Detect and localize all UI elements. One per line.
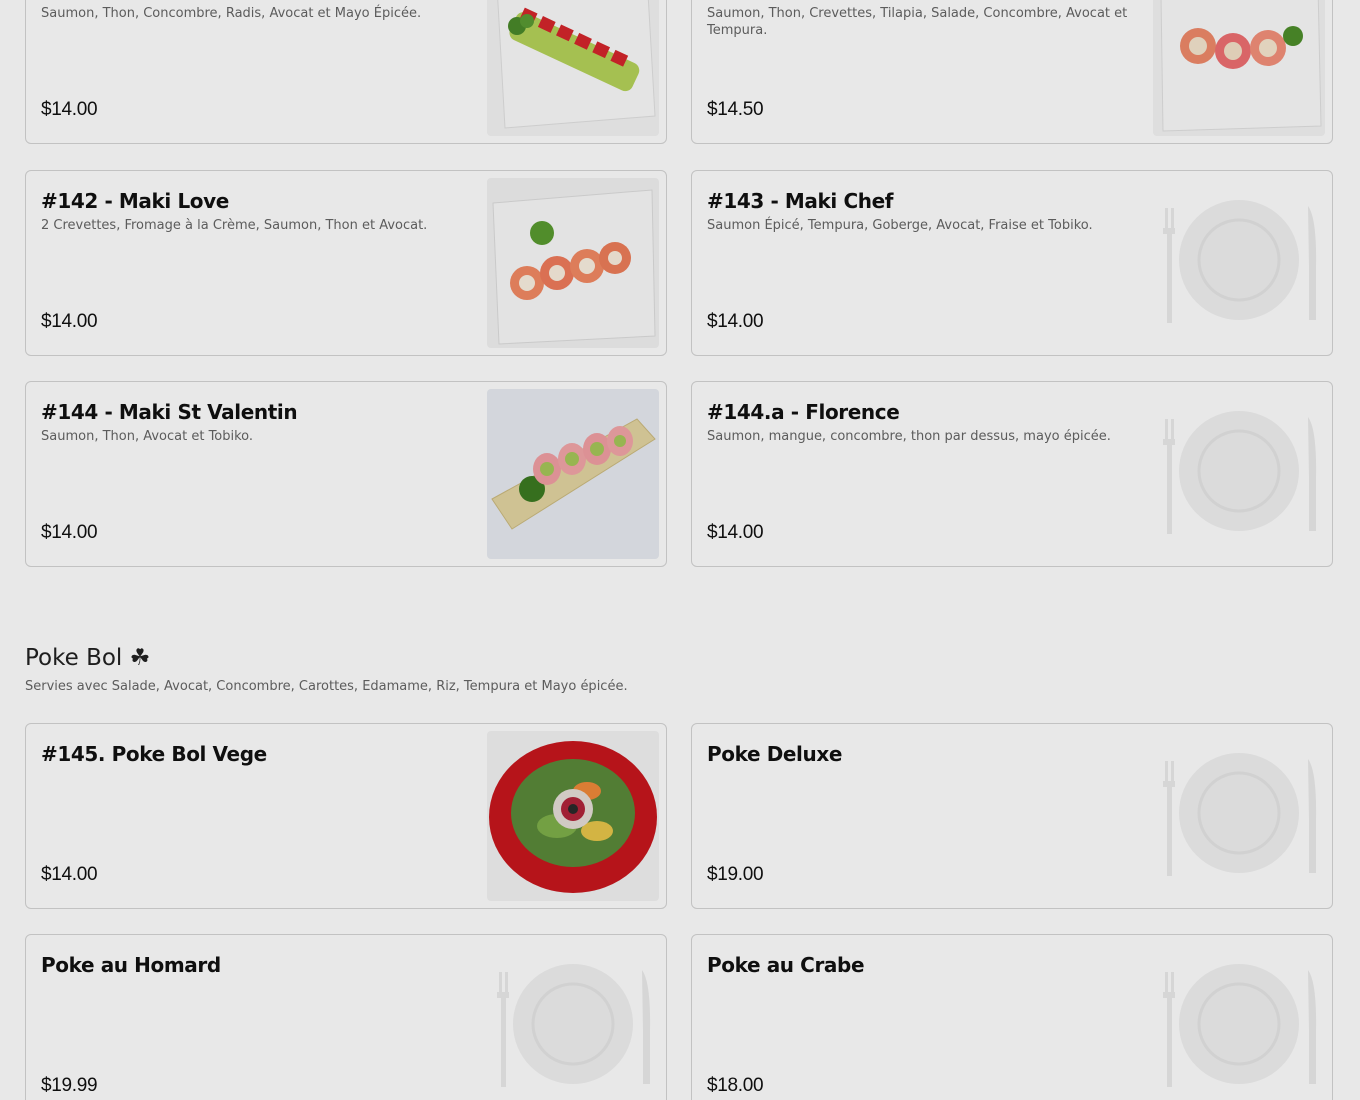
item-price: $14.00 bbox=[41, 311, 98, 332]
item-name: #142 - Maki Love bbox=[41, 189, 229, 213]
item-name: #143 - Maki Chef bbox=[707, 189, 894, 213]
menu-item-card[interactable]: Poke au Homard $19.99 bbox=[25, 934, 667, 1100]
menu-item-card[interactable]: Poke au Crabe $18.00 bbox=[691, 934, 1333, 1100]
item-price: $19.00 bbox=[707, 864, 764, 885]
placeholder-plate-icon bbox=[487, 942, 659, 1100]
item-description: Saumon Épicé, Tempura, Goberge, Avocat, … bbox=[707, 218, 1093, 233]
item-price: $19.99 bbox=[41, 1075, 98, 1096]
menu-item-card[interactable]: #142 - Maki Love 2 Crevettes, Fromage à … bbox=[25, 170, 667, 356]
menu-item-card[interactable]: Saumon, Thon, Crevettes, Tilapia, Salade… bbox=[691, 0, 1333, 144]
placeholder-plate-icon bbox=[1153, 389, 1325, 559]
placeholder-plate-icon bbox=[1153, 942, 1325, 1100]
item-price: $14.00 bbox=[41, 99, 98, 120]
item-description: Saumon, Thon, Avocat et Tobiko. bbox=[41, 429, 254, 444]
item-price: $14.00 bbox=[707, 311, 764, 332]
item-price: $18.00 bbox=[707, 1075, 764, 1096]
item-price: $14.00 bbox=[707, 522, 764, 543]
maki-roll-photo bbox=[487, 178, 659, 348]
item-name: #144 - Maki St Valentin bbox=[41, 400, 298, 424]
item-name: Poke au Homard bbox=[41, 953, 221, 977]
menu-item-card[interactable]: #144 - Maki St Valentin Saumon, Thon, Av… bbox=[25, 381, 667, 567]
menu-item-card[interactable]: #145. Poke Bol Vege $14.00 bbox=[25, 723, 667, 909]
item-description: Saumon, mangue, concombre, thon par dess… bbox=[707, 429, 1111, 444]
poke-bowl-photo bbox=[487, 731, 659, 901]
item-description: Saumon, Thon, Crevettes, Tilapia, Salade… bbox=[707, 6, 1128, 38]
menu-item-card[interactable]: #144.a - Florence Saumon, mangue, concom… bbox=[691, 381, 1333, 567]
item-name: #144.a - Florence bbox=[707, 400, 900, 424]
menu-item-card[interactable]: Poke Deluxe $19.00 bbox=[691, 723, 1333, 909]
menu-item-card[interactable]: #143 - Maki Chef Saumon Épicé, Tempura, … bbox=[691, 170, 1333, 356]
item-price: $14.00 bbox=[41, 864, 98, 885]
item-price: $14.00 bbox=[41, 522, 98, 543]
item-name: Poke au Crabe bbox=[707, 953, 865, 977]
maki-roll-photo bbox=[1153, 0, 1325, 136]
placeholder-plate-icon bbox=[1153, 731, 1325, 901]
menu-item-card[interactable]: Saumon, Thon, Concombre, Radis, Avocat e… bbox=[25, 0, 667, 144]
maki-roll-photo bbox=[487, 0, 659, 136]
section-subtitle: Servies avec Salade, Avocat, Concombre, … bbox=[25, 679, 628, 694]
item-description: Saumon, Thon, Concombre, Radis, Avocat e… bbox=[41, 6, 422, 21]
item-name: #145. Poke Bol Vege bbox=[41, 742, 267, 766]
placeholder-plate-icon bbox=[1153, 178, 1325, 348]
maki-roll-photo bbox=[487, 389, 659, 559]
item-description: 2 Crevettes, Fromage à la Crème, Saumon,… bbox=[41, 218, 428, 233]
item-price: $14.50 bbox=[707, 99, 764, 120]
section-title: Poke Bol ☘ bbox=[25, 645, 151, 671]
item-name: Poke Deluxe bbox=[707, 742, 843, 766]
